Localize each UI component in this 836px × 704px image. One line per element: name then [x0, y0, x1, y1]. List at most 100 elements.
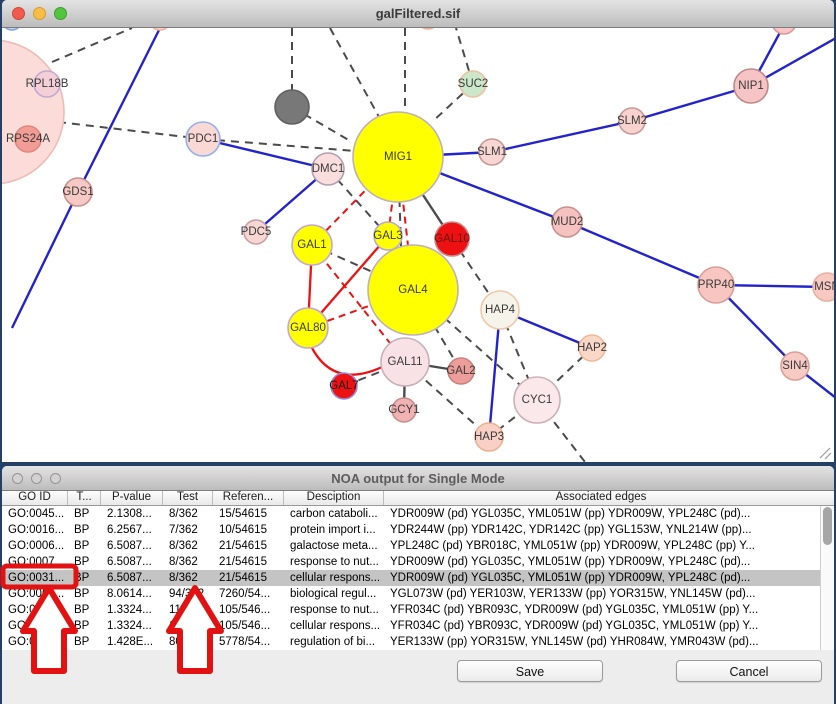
node-HAP3[interactable]	[475, 423, 503, 451]
table-row[interactable]: GO:0065...BP8.0614...94/3627260/54...bio…	[2, 586, 834, 602]
cell-p: 1.3324...	[101, 618, 163, 634]
window-controls	[12, 0, 67, 27]
node-PRP40[interactable]	[698, 267, 734, 303]
cell-go: GO:0006...	[2, 538, 68, 554]
cancel-button[interactable]: Cancel	[676, 660, 822, 682]
column-header-reference[interactable]: Referen...	[213, 490, 284, 505]
network-canvas[interactable]: RPL18BRPS24AGDS1PDC1DMC1MIG1SUC2SLM1SLM2…	[2, 27, 834, 462]
button-bar: Save Cancel	[2, 650, 834, 704]
cell-edges: YFR034C (pd) YBR093C, YDR009W (pd) YGL03…	[384, 602, 834, 618]
table-row[interactable]: GO:0031...BP6.5087...8/36221/54615cellul…	[2, 570, 834, 586]
node-gray-node[interactable]	[275, 90, 309, 124]
node-RPL18B[interactable]	[34, 71, 60, 97]
node-SUC2[interactable]	[460, 71, 486, 97]
resize-grip[interactable]	[820, 448, 830, 458]
column-header-go-id[interactable]: GO ID	[2, 490, 68, 505]
scrollbar-thumb[interactable]	[823, 507, 832, 545]
node-SLM1[interactable]	[479, 139, 505, 165]
node-GAL7[interactable]	[331, 373, 357, 399]
table-row[interactable]: GO:0006...BP6.5087...8/36221/54615galact…	[2, 538, 834, 554]
cell-p: 1.428E...	[101, 634, 163, 650]
cell-desc: response to nut...	[284, 602, 384, 618]
cell-type: BP	[68, 538, 101, 554]
save-button[interactable]: Save	[457, 660, 603, 682]
table-row[interactable]: GO:0045...BP2.1308...8/36215/54615carbon…	[2, 506, 834, 522]
table-row[interactable]: GO:0050...BP1.428E...80/3625778/54...reg…	[2, 634, 834, 650]
node-GAL3[interactable]	[374, 222, 402, 250]
close-button[interactable]	[12, 7, 25, 20]
node-GCY1[interactable]	[392, 398, 416, 422]
node-GAL1[interactable]	[292, 225, 332, 265]
cell-go: GO:0031...	[2, 618, 68, 634]
node-MIG1[interactable]	[353, 112, 443, 202]
column-header-test[interactable]: Test	[163, 490, 213, 505]
cell-test: 7/362	[163, 522, 213, 538]
network-edge[interactable]	[78, 28, 160, 192]
cell-go: GO:0016...	[2, 522, 68, 538]
node-GAL4[interactable]	[368, 245, 458, 335]
network-edge[interactable]	[567, 222, 716, 285]
minimize-button[interactable]	[31, 473, 42, 484]
node-MSN[interactable]	[813, 273, 834, 301]
node-GAL11[interactable]	[381, 338, 429, 386]
table-row[interactable]: GO:0007...BP6.5087...8/36221/54615respon…	[2, 554, 834, 570]
cell-ref: 15/54615	[213, 506, 284, 522]
node-GAL2[interactable]	[448, 358, 474, 384]
cell-edges: YDR009W (pd) YGL035C, YML051W (pp) YDR00…	[384, 570, 834, 586]
noa-window-titlebar[interactable]: NOA output for Single Mode	[2, 466, 834, 491]
minimize-button[interactable]	[33, 7, 46, 20]
cell-p: 6.5087...	[101, 570, 163, 586]
cell-ref: 10/54615	[213, 522, 284, 538]
network-edge[interactable]	[632, 86, 751, 121]
cell-edges: YDR009W (pd) YGL035C, YML051W (pp) YDR00…	[384, 506, 834, 522]
cell-go: GO:0065...	[2, 586, 68, 602]
table-row[interactable]: GO:0031...BP1.3324...11/362105/546...res…	[2, 602, 834, 618]
cell-test: 11/362	[163, 618, 213, 634]
node-GDS1[interactable]	[64, 178, 92, 206]
cell-edges: YDR244W (pp) YDR142C, YDR142C (pp) YGL15…	[384, 522, 834, 538]
cell-test: 8/362	[163, 570, 213, 586]
node-topcut-3[interactable]	[772, 27, 796, 34]
table-row[interactable]: GO:0016...BP6.2567...7/36210/54615protei…	[2, 522, 834, 538]
resize-grip[interactable]	[825, 453, 831, 459]
column-header-description[interactable]: Desciption	[284, 490, 384, 505]
node-SIN4[interactable]	[781, 352, 809, 380]
results-table: GO:0045...BP2.1308...8/36215/54615carbon…	[2, 506, 834, 650]
cell-test: 94/362	[163, 586, 213, 602]
node-HAP2[interactable]	[579, 335, 605, 361]
column-header-type[interactable]: T...	[68, 490, 101, 505]
node-SLM2[interactable]	[619, 108, 645, 134]
node-RPS24A[interactable]	[15, 126, 41, 152]
network-edge[interactable]	[310, 344, 382, 375]
node-NIP1[interactable]	[734, 69, 768, 103]
network-window-titlebar[interactable]: galFiltered.sif	[2, 0, 834, 28]
network-edge[interactable]	[58, 122, 203, 139]
zoom-button[interactable]	[50, 473, 61, 484]
table-scrollbar[interactable]	[820, 506, 834, 650]
node-GAL80[interactable]	[288, 308, 328, 348]
node-GAL10[interactable]	[435, 222, 469, 256]
cell-desc: regulation of bi...	[284, 634, 384, 650]
node-HAP4[interactable]	[481, 291, 519, 329]
node-MUD2[interactable]	[552, 207, 582, 237]
network-edge[interactable]	[12, 192, 78, 328]
cell-type: BP	[68, 618, 101, 634]
node-PDC1[interactable]	[186, 122, 220, 156]
network-edge[interactable]	[52, 28, 132, 62]
cell-p: 8.0614...	[101, 586, 163, 602]
column-header-p-value[interactable]: P-value	[101, 490, 163, 505]
cell-edges: YER133W (pp) YOR315W, YNL145W (pd) YHR08…	[384, 634, 834, 650]
cell-ref: 7260/54...	[213, 586, 284, 602]
network-edge[interactable]	[492, 121, 632, 152]
network-edge[interactable]	[330, 28, 384, 126]
close-button[interactable]	[12, 473, 23, 484]
table-row[interactable]: GO:0031...BP1.3324...11/362105/546...cel…	[2, 618, 834, 634]
node-DMC1[interactable]	[312, 153, 344, 185]
table-header: GO ID T... P-value Test Referen... Desci…	[2, 490, 834, 506]
node-PDC5[interactable]	[244, 220, 268, 244]
cell-desc: cellular respons...	[284, 618, 384, 634]
node-CYC1[interactable]	[514, 377, 560, 423]
column-header-associated-edges[interactable]: Associated edges	[384, 490, 834, 505]
zoom-button[interactable]	[54, 7, 67, 20]
noa-output-window: NOA output for Single Mode GO ID T... P-…	[2, 466, 834, 704]
